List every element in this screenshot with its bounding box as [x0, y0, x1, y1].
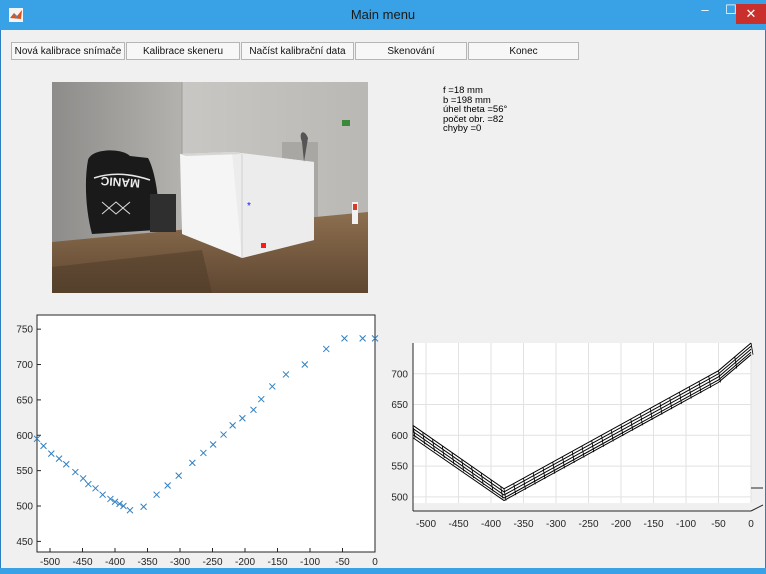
new-sensor-calibration-button[interactable]: Nová kalibrace snímače — [11, 42, 125, 60]
load-calibration-data-button[interactable]: Načíst kalibrační data — [241, 42, 354, 60]
scanning-button[interactable]: Skenování — [355, 42, 467, 60]
camera-photo: MANIC * — [52, 82, 368, 293]
title-bar[interactable]: Main menu ‒ ☐ ✕ — [0, 0, 766, 30]
calibration-info: f =18 mm b =198 mm úhel theta =56° počet… — [443, 86, 507, 134]
target-marker-icon: * — [247, 201, 251, 212]
minimize-button[interactable]: ‒ — [692, 0, 718, 22]
window-title: Main menu — [350, 7, 416, 22]
info-errors: chyby =0 — [443, 123, 482, 135]
window-bottom-border — [0, 568, 766, 574]
close-button[interactable]: ✕ — [736, 4, 766, 24]
scanner-calibration-button[interactable]: Kalibrace skeneru — [126, 42, 240, 60]
exit-button[interactable]: Konec — [468, 42, 579, 60]
bag-logo: MANIC — [100, 174, 141, 191]
reference-point-icon — [261, 243, 266, 248]
